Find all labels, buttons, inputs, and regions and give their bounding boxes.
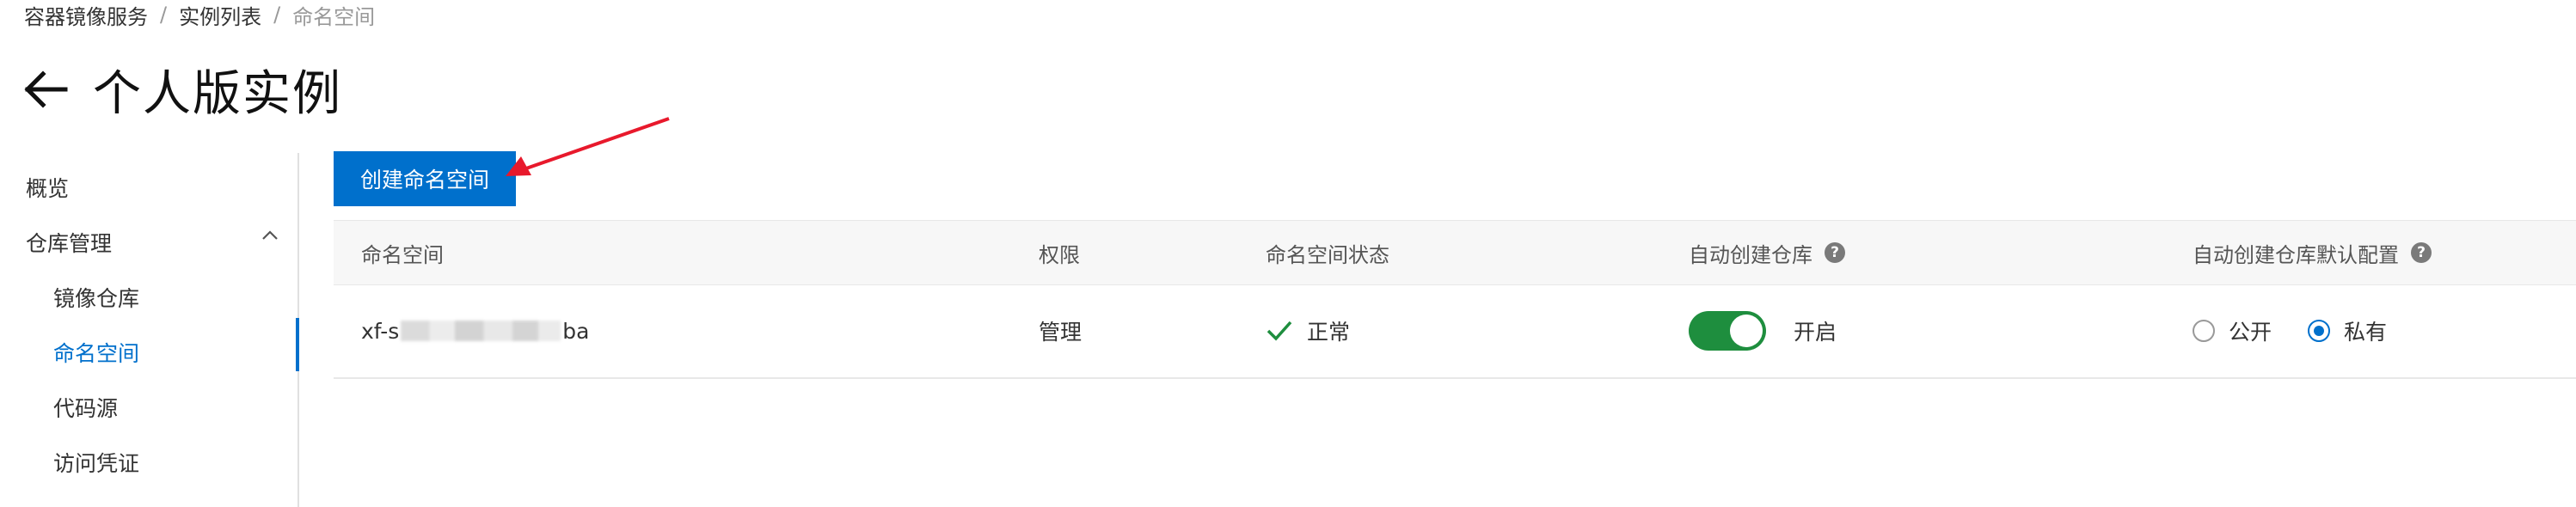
breadcrumb-item-current: 命名空间 <box>292 4 376 29</box>
status-text: 正常 <box>1307 320 1351 345</box>
question-circle-icon[interactable]: ? <box>1825 242 1845 263</box>
column-header-namespace: 命名空间 <box>361 242 444 267</box>
question-circle-icon[interactable]: ? <box>2411 242 2432 263</box>
sidebar-item-image-repo[interactable]: 镜像仓库 <box>53 282 139 313</box>
column-header-auto-create: 自动创建仓库 ? <box>1689 221 1845 284</box>
column-header-permission: 权限 <box>1039 242 1080 267</box>
namespace-name: xf-s ba <box>361 284 589 377</box>
radio-public-label[interactable]: 公开 <box>2229 315 2272 346</box>
sidebar-item-overview[interactable]: 概览 <box>26 172 69 203</box>
sidebar-item-repo-management[interactable]: 仓库管理 <box>26 227 112 258</box>
breadcrumb-separator: / <box>160 3 168 27</box>
breadcrumb: 容器镜像服务 / 实例列表 / 命名空间 <box>24 0 375 29</box>
status-cell: 正常 <box>1266 284 1350 377</box>
sidebar-item-access-credential[interactable]: 访问凭证 <box>53 447 139 478</box>
radio-public[interactable] <box>2193 320 2215 342</box>
radio-private[interactable] <box>2308 320 2331 342</box>
column-header-status: 命名空间状态 <box>1266 242 1389 267</box>
breadcrumb-item-service[interactable]: 容器镜像服务 <box>24 0 148 30</box>
namespace-name-prefix: xf-s <box>361 318 400 344</box>
sidebar-item-namespace[interactable]: 命名空间 <box>53 337 139 368</box>
visibility-cell: 公开 私有 <box>2193 284 2423 377</box>
sidebar-item-code-source[interactable]: 代码源 <box>53 392 118 423</box>
auto-create-toggle[interactable] <box>1689 311 1766 351</box>
permission-value: 管理 <box>1039 320 1083 345</box>
toggle-label: 开启 <box>1794 320 1837 345</box>
table-header: 命名空间 权限 命名空间状态 自动创建仓库 ? 自动创建仓库默认配置 ? <box>334 220 2576 285</box>
namespace-name-suffix: ba <box>562 318 590 344</box>
column-header-default-config: 自动创建仓库默认配置 ? <box>2193 221 2432 284</box>
radio-private-label[interactable]: 私有 <box>2344 315 2387 346</box>
breadcrumb-item-instances[interactable]: 实例列表 <box>179 0 261 30</box>
breadcrumb-separator: / <box>273 3 281 27</box>
sidebar-active-indicator <box>296 318 299 371</box>
page-header: 个人版实例 <box>22 58 342 122</box>
column-header-default-config-label: 自动创建仓库默认配置 <box>2193 242 2399 267</box>
create-namespace-button[interactable]: 创建命名空间 <box>334 151 516 206</box>
auto-create-cell: 开启 <box>1689 284 1837 377</box>
toggle-knob <box>1730 315 1763 347</box>
arrow-left-icon[interactable] <box>22 65 71 113</box>
page-title: 个人版实例 <box>93 65 342 122</box>
column-header-auto-create-label: 自动创建仓库 <box>1689 242 1812 267</box>
redacted-text <box>401 321 561 341</box>
check-icon <box>1267 321 1292 341</box>
chevron-up-icon[interactable] <box>260 227 280 244</box>
table-row: xf-s ba 管理 正常 开启 公开 私有 <box>334 284 2576 379</box>
sidebar: 概览 仓库管理 镜像仓库 命名空间 代码源 访问凭证 <box>0 153 299 507</box>
